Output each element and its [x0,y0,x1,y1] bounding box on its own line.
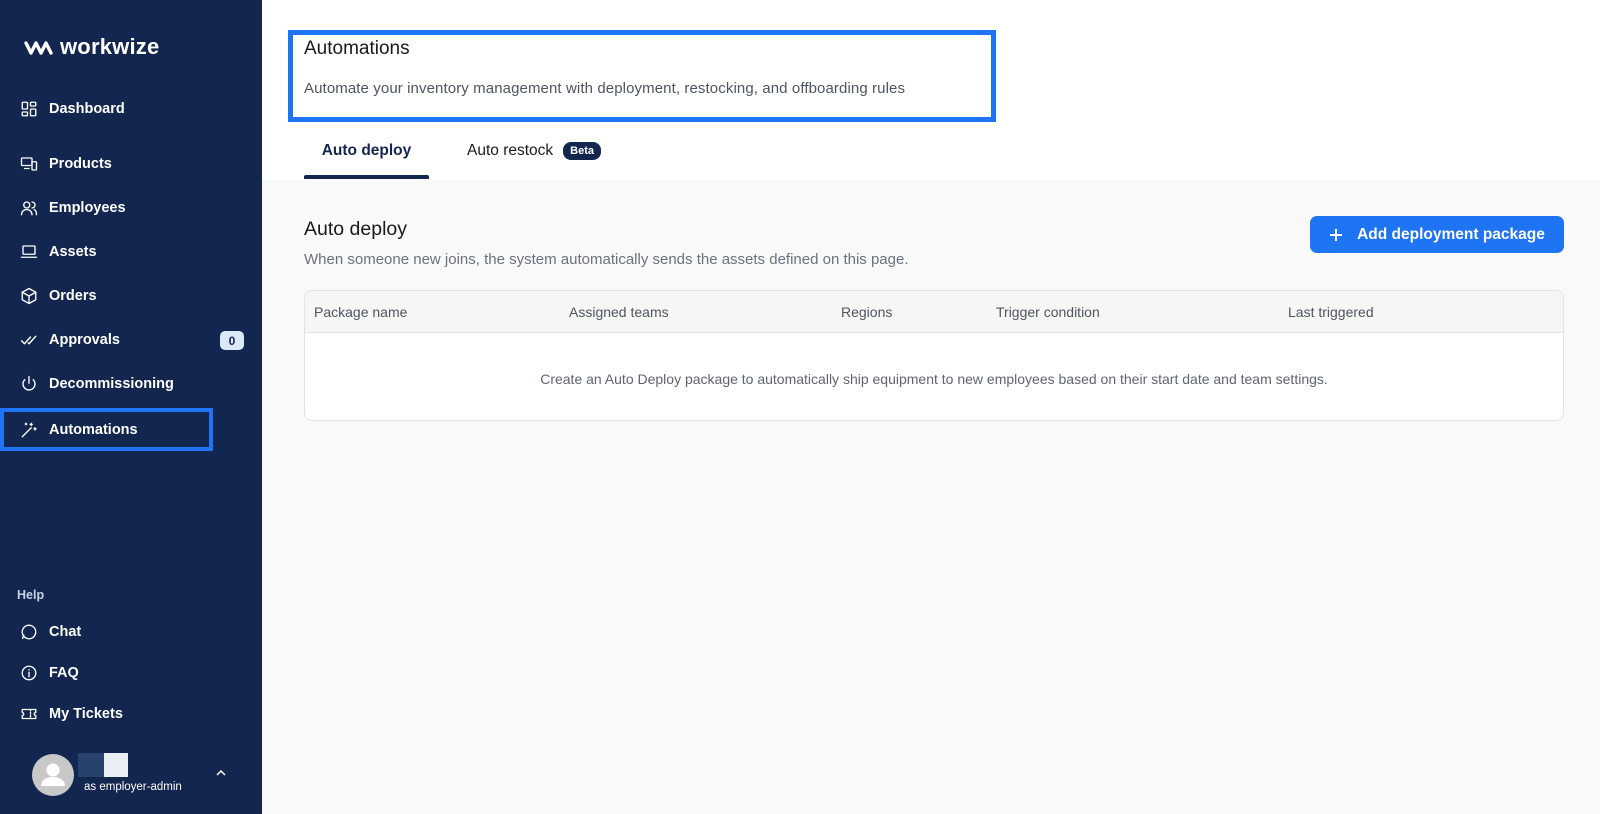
section-description: When someone new joins, the system autom… [304,251,909,268]
sidebar-item-orders[interactable]: Orders [0,276,262,316]
sidebar-item-label: Decommissioning [49,376,174,392]
laptop-icon [20,243,38,261]
sidebar-item-label: Employees [49,200,126,216]
devices-icon [20,155,38,173]
sidebar-item-products[interactable]: Products [0,144,262,184]
table-empty-message: Create an Auto Deploy package to automat… [540,371,1328,387]
ticket-icon [20,705,38,723]
column-header-package-name[interactable]: Package name [314,304,407,320]
active-tab-indicator [304,175,429,179]
sidebar-item-label: Orders [49,288,97,304]
column-header-assigned-teams[interactable]: Assigned teams [569,304,669,320]
workwize-logo-icon [24,41,53,55]
sidebar-item-label: My Tickets [49,706,123,722]
sidebar-item-employees[interactable]: Employees [0,188,262,228]
sidebar-item-decommissioning[interactable]: Decommissioning [0,364,262,404]
approvals-count-badge: 0 [220,331,244,350]
sidebar-item-label: Products [49,156,112,172]
add-button-label: Add deployment package [1357,225,1545,243]
section-title: Auto deploy [304,218,407,240]
sidebar-item-approvals[interactable]: Approvals 0 [0,320,262,360]
help-section-label: Help [17,588,45,602]
sidebar-item-my-tickets[interactable]: My Tickets [0,694,262,734]
sidebar-item-automations[interactable]: Automations [0,408,213,451]
sidebar-item-assets[interactable]: Assets [0,232,262,272]
user-avatar-icon [41,763,65,786]
add-deployment-package-button[interactable]: Add deployment package [1310,216,1564,253]
info-circle-icon [20,664,38,682]
sidebar-item-label: FAQ [49,665,79,681]
avatar [32,754,74,796]
table-header: Package name Assigned teams Regions Trig… [305,291,1563,333]
sidebar-item-label: Dashboard [49,101,125,117]
users-icon [20,199,38,217]
sidebar: workwize Dashboard Products Employees As… [0,0,262,814]
power-icon [20,375,38,393]
tab-label: Auto deploy [321,142,412,159]
page-title: Automations [304,38,410,59]
sidebar-item-dashboard[interactable]: Dashboard [0,89,262,129]
magic-wand-icon [20,421,38,439]
tab-label: Auto restock [467,142,554,159]
brand-name: workwize [60,34,160,59]
dashboard-grid-icon [20,100,38,118]
sidebar-item-label: Assets [49,244,97,260]
user-menu[interactable]: as employer-admin [30,752,250,798]
beta-badge: Beta [563,142,601,160]
double-check-icon [20,331,38,349]
chat-bubble-icon [20,623,38,641]
sidebar-item-chat[interactable]: Chat [0,612,262,652]
user-role: as employer-admin [84,781,182,793]
box-icon [20,287,38,305]
column-header-regions[interactable]: Regions [841,304,892,320]
sidebar-item-faq[interactable]: FAQ [0,653,262,693]
sidebar-item-label: Automations [49,421,138,438]
workwize-logo[interactable]: workwize [24,34,159,60]
plus-icon [1329,228,1343,242]
page-description: Automate your inventory management with … [304,80,906,97]
chevron-up-icon[interactable] [210,762,232,784]
tab-auto-restock[interactable]: Auto restock Beta [467,136,601,160]
sidebar-item-label: Chat [49,624,82,640]
packages-table: Package name Assigned teams Regions Trig… [304,290,1564,421]
sidebar-item-label: Approvals [49,332,120,348]
user-name-redacted [78,753,128,777]
column-header-trigger-condition[interactable]: Trigger condition [996,304,1100,320]
column-header-last-triggered[interactable]: Last triggered [1288,304,1374,320]
tab-auto-deploy[interactable]: Auto deploy [304,136,429,178]
